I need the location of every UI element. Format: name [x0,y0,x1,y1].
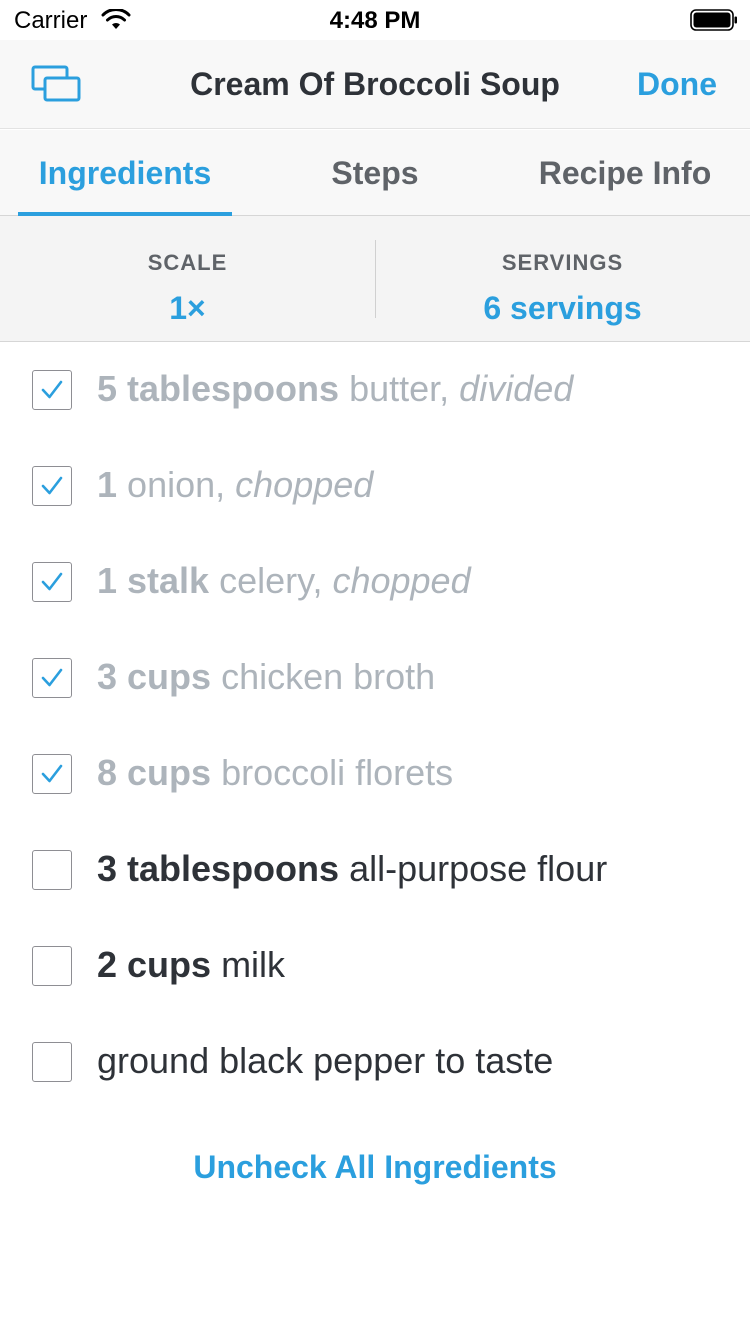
ingredient-row[interactable]: 1 stalk celery, chopped [0,534,750,630]
ingredient-checkbox[interactable] [32,946,72,986]
ingredient-row[interactable]: 2 cups milk [0,918,750,1014]
ingredient-text: 3 tablespoons all-purpose flour [97,848,607,890]
tab-ingredients[interactable]: Ingredients [0,130,250,216]
ingredient-text: ground black pepper to taste [97,1040,553,1082]
ingredient-name: ground black pepper to taste [97,1040,554,1081]
scale-servings-bar: SCALE 1× SERVINGS 6 servings [0,216,750,342]
ingredient-row[interactable]: 8 cups broccoli florets [0,726,750,822]
checkmark-icon [41,668,63,687]
ingredient-text: 2 cups milk [97,944,285,986]
uncheck-all-button[interactable]: Uncheck All Ingredients [0,1149,750,1186]
ingredient-name: all-purpose flour [349,848,608,889]
ingredient-quantity: 5 tablespoons [97,368,340,409]
ingredient-list: 5 tablespoons butter, divided 1 onion, c… [0,342,750,1110]
scale-label: SCALE [147,250,228,275]
ingredient-checkbox[interactable] [32,754,72,794]
ingredient-name: chicken broth [221,656,436,697]
ingredient-text: 1 onion, chopped [97,464,373,506]
ingredient-name: butter, [349,368,450,409]
ingredient-checkbox[interactable] [32,562,72,602]
ingredient-name: onion, [127,464,226,505]
checkmark-icon [41,380,63,399]
ingredient-name: milk [221,944,286,985]
checkmark-icon [41,572,63,591]
checkmark-icon [41,476,63,495]
servings-label: SERVINGS [501,250,624,275]
ingredient-quantity: 3 cups [97,656,212,697]
ingredient-quantity: 1 stalk [97,560,210,601]
ingredient-text: 8 cups broccoli florets [97,752,453,794]
ingredient-checkbox[interactable] [32,658,72,698]
ingredient-note: chopped [235,464,374,505]
ingredient-checkbox[interactable] [32,370,72,410]
ingredient-text: 5 tablespoons butter, divided [97,368,573,410]
ingredient-name: broccoli florets [221,752,454,793]
switch-windows-icon[interactable] [31,65,81,103]
ingredient-quantity: 3 tablespoons [97,848,340,889]
status-bar: Carrier 4:48 PM [0,0,750,40]
navigation-bar: Cream Of Broccoli Soup Done [0,40,750,129]
page-title: Cream Of Broccoli Soup [190,66,560,102]
ingredient-checkbox[interactable] [32,466,72,506]
done-button[interactable]: Done [637,66,717,103]
scale-value: 1× [169,290,206,326]
clock-time: 4:48 PM [329,7,421,34]
ingredient-text: 3 cups chicken broth [97,656,435,698]
checkmark-icon [41,764,63,783]
ingredient-quantity: 1 [97,464,118,505]
ingredient-row[interactable]: ground black pepper to taste [0,1014,750,1110]
scale-control[interactable]: SCALE 1× [0,216,375,342]
ingredient-quantity: 2 cups [97,944,212,985]
tab-steps[interactable]: Steps [250,130,500,216]
ingredient-row[interactable]: 3 tablespoons all-purpose flour [0,822,750,918]
ingredient-note: divided [459,368,574,409]
ingredient-row[interactable]: 1 onion, chopped [0,438,750,534]
ingredient-note: chopped [332,560,471,601]
ingredient-checkbox[interactable] [32,850,72,890]
ingredient-name: celery, [219,560,323,601]
servings-control[interactable]: SERVINGS 6 servings [375,216,750,342]
ingredient-row[interactable]: 3 cups chicken broth [0,630,750,726]
battery-icon [690,9,737,31]
ingredient-checkbox[interactable] [32,1042,72,1082]
ingredient-quantity: 8 cups [97,752,212,793]
servings-value: 6 servings [483,290,642,326]
ingredient-text: 1 stalk celery, chopped [97,560,471,602]
tab-recipe-info[interactable]: Recipe Info [500,130,750,216]
tab-bar: Ingredients Steps Recipe Info [0,130,750,216]
ingredient-row[interactable]: 5 tablespoons butter, divided [0,342,750,438]
